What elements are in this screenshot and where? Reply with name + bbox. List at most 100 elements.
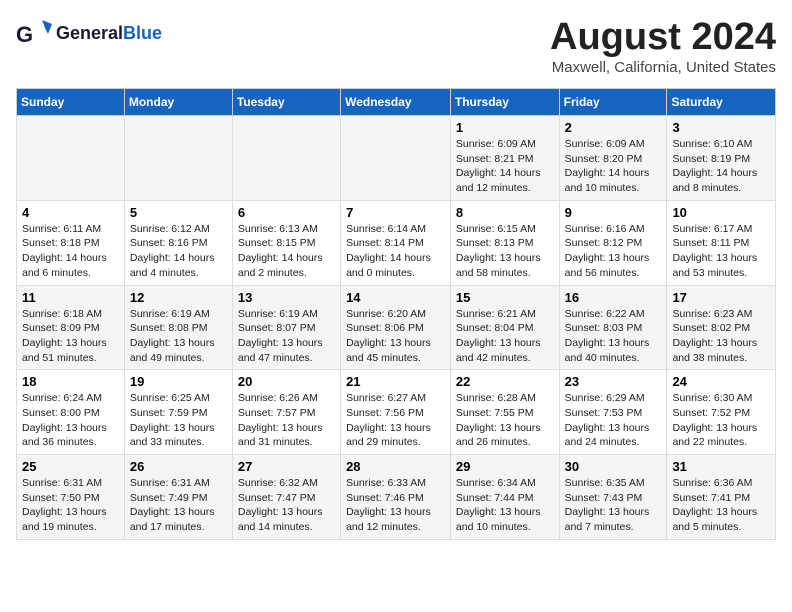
calendar-cell: 18Sunrise: 6:24 AMSunset: 8:00 PMDayligh… (17, 370, 125, 455)
logo-general: General (56, 23, 123, 43)
weekday-header-sunday: Sunday (17, 89, 125, 116)
calendar-cell: 11 Sunrise: 6:18 AMSunset: 8:09 PMDayligh… (17, 285, 125, 370)
logo-icon: G (16, 16, 52, 52)
calendar-cell: 9 Sunrise: 6:16 AMSunset: 8:12 PMDaylight… (559, 200, 667, 285)
day-number: 19 (130, 374, 227, 389)
calendar-cell: 22Sunrise: 6:28 AMSunset: 7:55 PMDayligh… (450, 370, 559, 455)
day-info: Sunrise: 6:16 AMSunset: 8:12 PMDaylight:… (565, 222, 662, 281)
day-info: Sunrise: 6:35 AMSunset: 7:43 PMDaylight:… (565, 476, 662, 535)
day-number: 20 (238, 374, 335, 389)
day-number: 25 (22, 459, 119, 474)
day-info: Sunrise: 6:12 AMSunset: 8:16 PMDaylight:… (130, 222, 227, 281)
weekday-header-friday: Friday (559, 89, 667, 116)
calendar-cell: 23 Sunrise: 6:29 AMSunset: 7:53 PMDayligh… (559, 370, 667, 455)
calendar-cell: 29 Sunrise: 6:34 AMSunset: 7:44 PMDayligh… (450, 455, 559, 540)
day-number: 27 (238, 459, 335, 474)
calendar-table: SundayMondayTuesdayWednesdayThursdayFrid… (16, 88, 776, 540)
calendar-cell: 20 Sunrise: 6:26 AMSunset: 7:57 PMDayligh… (232, 370, 340, 455)
calendar-week-4: 18Sunrise: 6:24 AMSunset: 8:00 PMDayligh… (17, 370, 776, 455)
day-info: Sunrise: 6:32 AMSunset: 7:47 PMDaylight:… (238, 476, 335, 535)
calendar-cell: 27 Sunrise: 6:32 AMSunset: 7:47 PMDayligh… (232, 455, 340, 540)
day-number: 21 (346, 374, 445, 389)
day-number: 9 (565, 205, 662, 220)
day-info: Sunrise: 6:14 AMSunset: 8:14 PMDaylight:… (346, 222, 445, 281)
calendar-week-1: 1Sunrise: 6:09 AMSunset: 8:21 PMDaylight… (17, 116, 776, 201)
day-info: Sunrise: 6:11 AMSunset: 8:18 PMDaylight:… (22, 222, 119, 281)
calendar-cell: 17 Sunrise: 6:23 AMSunset: 8:02 PMDayligh… (667, 285, 776, 370)
day-info: Sunrise: 6:21 AMSunset: 8:04 PMDaylight:… (456, 307, 554, 366)
day-info: Sunrise: 6:22 AMSunset: 8:03 PMDaylight:… (565, 307, 662, 366)
calendar-cell: 26Sunrise: 6:31 AMSunset: 7:49 PMDayligh… (124, 455, 232, 540)
calendar-cell: 4Sunrise: 6:11 AMSunset: 8:18 PMDaylight… (17, 200, 125, 285)
title-section: August 2024 Maxwell, California, United … (550, 16, 776, 76)
day-number: 13 (238, 290, 335, 305)
day-info: Sunrise: 6:19 AMSunset: 8:08 PMDaylight:… (130, 307, 227, 366)
weekday-header-tuesday: Tuesday (232, 89, 340, 116)
calendar-cell: 30 Sunrise: 6:35 AMSunset: 7:43 PMDayligh… (559, 455, 667, 540)
day-number: 24 (672, 374, 770, 389)
day-number: 14 (346, 290, 445, 305)
calendar-cell: 8Sunrise: 6:15 AMSunset: 8:13 PMDaylight… (450, 200, 559, 285)
page-header: G GeneralBlue August 2024 Maxwell, Calif… (16, 16, 776, 76)
calendar-cell: 10 Sunrise: 6:17 AMSunset: 8:11 PMDayligh… (667, 200, 776, 285)
calendar-cell: 2Sunrise: 6:09 AMSunset: 8:20 PMDaylight… (559, 116, 667, 201)
day-info: Sunrise: 6:10 AMSunset: 8:19 PMDaylight:… (672, 137, 770, 196)
day-info: Sunrise: 6:23 AMSunset: 8:02 PMDaylight:… (672, 307, 770, 366)
calendar-cell: 6 Sunrise: 6:13 AMSunset: 8:15 PMDaylight… (232, 200, 340, 285)
day-number: 26 (130, 459, 227, 474)
calendar-cell: 25Sunrise: 6:31 AMSunset: 7:50 PMDayligh… (17, 455, 125, 540)
calendar-week-3: 11 Sunrise: 6:18 AMSunset: 8:09 PMDayligh… (17, 285, 776, 370)
day-number: 29 (456, 459, 554, 474)
weekday-header-saturday: Saturday (667, 89, 776, 116)
calendar-cell: 12 Sunrise: 6:19 AMSunset: 8:08 PMDayligh… (124, 285, 232, 370)
day-number: 15 (456, 290, 554, 305)
day-number: 12 (130, 290, 227, 305)
day-info: Sunrise: 6:30 AMSunset: 7:52 PMDaylight:… (672, 391, 770, 450)
day-info: Sunrise: 6:27 AMSunset: 7:56 PMDaylight:… (346, 391, 445, 450)
day-number: 10 (672, 205, 770, 220)
logo-blue: Blue (123, 23, 162, 43)
day-number: 6 (238, 205, 335, 220)
calendar-cell: 15 Sunrise: 6:21 AMSunset: 8:04 PMDayligh… (450, 285, 559, 370)
day-number: 7 (346, 205, 445, 220)
day-number: 30 (565, 459, 662, 474)
calendar-cell (17, 116, 125, 201)
calendar-cell: 21 Sunrise: 6:27 AMSunset: 7:56 PMDayligh… (341, 370, 451, 455)
day-info: Sunrise: 6:29 AMSunset: 7:53 PMDaylight:… (565, 391, 662, 450)
day-info: Sunrise: 6:33 AMSunset: 7:46 PMDaylight:… (346, 476, 445, 535)
day-number: 16 (565, 290, 662, 305)
day-info: Sunrise: 6:34 AMSunset: 7:44 PMDaylight:… (456, 476, 554, 535)
main-title: August 2024 (550, 16, 776, 59)
calendar-cell (232, 116, 340, 201)
weekday-header-wednesday: Wednesday (341, 89, 451, 116)
day-number: 23 (565, 374, 662, 389)
day-info: Sunrise: 6:20 AMSunset: 8:06 PMDaylight:… (346, 307, 445, 366)
day-info: Sunrise: 6:13 AMSunset: 8:15 PMDaylight:… (238, 222, 335, 281)
calendar-week-5: 25Sunrise: 6:31 AMSunset: 7:50 PMDayligh… (17, 455, 776, 540)
day-number: 18 (22, 374, 119, 389)
calendar-cell (341, 116, 451, 201)
calendar-cell: 5 Sunrise: 6:12 AMSunset: 8:16 PMDaylight… (124, 200, 232, 285)
logo: G GeneralBlue (16, 16, 162, 52)
weekday-header-monday: Monday (124, 89, 232, 116)
day-info: Sunrise: 6:18 AMSunset: 8:09 PMDaylight:… (22, 307, 119, 366)
day-info: Sunrise: 6:36 AMSunset: 7:41 PMDaylight:… (672, 476, 770, 535)
day-number: 17 (672, 290, 770, 305)
calendar-header-row: SundayMondayTuesdayWednesdayThursdayFrid… (17, 89, 776, 116)
day-info: Sunrise: 6:25 AMSunset: 7:59 PMDaylight:… (130, 391, 227, 450)
day-number: 11 (22, 290, 119, 305)
calendar-cell: 16 Sunrise: 6:22 AMSunset: 8:03 PMDayligh… (559, 285, 667, 370)
calendar-week-2: 4Sunrise: 6:11 AMSunset: 8:18 PMDaylight… (17, 200, 776, 285)
day-number: 28 (346, 459, 445, 474)
day-info: Sunrise: 6:26 AMSunset: 7:57 PMDaylight:… (238, 391, 335, 450)
day-info: Sunrise: 6:17 AMSunset: 8:11 PMDaylight:… (672, 222, 770, 281)
svg-text:G: G (16, 22, 33, 47)
day-number: 22 (456, 374, 554, 389)
day-info: Sunrise: 6:15 AMSunset: 8:13 PMDaylight:… (456, 222, 554, 281)
day-number: 5 (130, 205, 227, 220)
weekday-header-thursday: Thursday (450, 89, 559, 116)
calendar-cell: 19 Sunrise: 6:25 AMSunset: 7:59 PMDayligh… (124, 370, 232, 455)
day-info: Sunrise: 6:09 AMSunset: 8:20 PMDaylight:… (565, 137, 662, 196)
calendar-cell: 14 Sunrise: 6:20 AMSunset: 8:06 PMDayligh… (341, 285, 451, 370)
calendar-cell: 13Sunrise: 6:19 AMSunset: 8:07 PMDayligh… (232, 285, 340, 370)
